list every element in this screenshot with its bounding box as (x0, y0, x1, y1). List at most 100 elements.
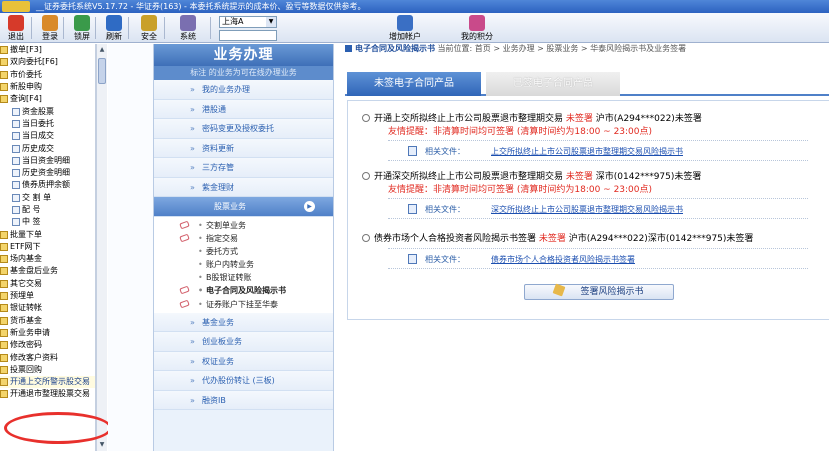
toolbar-button[interactable]: 我的积分 (455, 14, 499, 42)
related-file-label: 相关文件： (425, 255, 465, 264)
business-subitem-label: 指定交易 (206, 233, 238, 243)
tab-signed[interactable]: 已签电子合同产品 (486, 72, 620, 96)
folder-icon (0, 292, 8, 301)
tree-item-label: 双向委托[F6] (10, 57, 58, 67)
tree-item[interactable]: 交 割 单 (0, 192, 95, 204)
sign-risk-button[interactable]: 签署风险揭示书 (524, 283, 674, 300)
tree-item[interactable]: ETF网下 (0, 241, 95, 253)
document-icon (408, 204, 417, 214)
business-subitem[interactable]: • 账户内转业务 (154, 258, 333, 272)
contract-option[interactable]: 开通上交所拟终止上市公司股票退市整理期交易 未签署 沪市(A294***022)… (362, 111, 702, 124)
document-icon (12, 144, 20, 153)
business-menu-item[interactable]: » 密码变更及授权委托 (154, 119, 333, 139)
folder-icon (0, 353, 8, 362)
folder-icon (0, 95, 8, 104)
radio-button[interactable] (362, 172, 370, 180)
scroll-up-icon[interactable]: ▲ (97, 45, 107, 55)
related-file-link[interactable]: 上交所拟终止上市公司股票退市整理期交易风险揭示书 (491, 147, 683, 156)
tree-item[interactable]: 场内基金 (0, 253, 95, 265)
online-tag-icon (179, 299, 190, 308)
tab-unsigned[interactable]: 未签电子合同产品 (347, 72, 481, 96)
toolbar-button[interactable]: 增加帐户 (383, 14, 427, 42)
business-menu-item[interactable]: » 代办股份转让 (三板) (154, 371, 333, 391)
bullet-icon: • (198, 233, 203, 243)
tree-item[interactable]: 开通上交所警示股交易 (0, 376, 95, 389)
add-user-icon (397, 15, 413, 31)
radio-button[interactable] (362, 114, 370, 122)
business-menu-item[interactable]: » 三方存管 (154, 158, 333, 178)
tree-item-label: 中 签 (22, 217, 41, 227)
tree-item[interactable]: 市价委托 (0, 69, 95, 81)
business-menu-item[interactable]: » 资料更新 (154, 138, 333, 158)
tree-item[interactable]: 当日委托 (0, 118, 95, 130)
business-menu-item[interactable]: » 融资IB (154, 390, 333, 411)
toolbar-button[interactable]: 登录 (34, 14, 66, 42)
quote-input[interactable] (219, 30, 277, 41)
related-file-link[interactable]: 债券市场个人合格投资者风险揭示书签署 (491, 255, 635, 264)
business-menu-item[interactable]: » 紫金理财 (154, 177, 333, 197)
tools-icon (180, 15, 196, 31)
tree-item[interactable]: 当日资金明细 (0, 155, 95, 167)
tree-item[interactable]: 预埋单 (0, 290, 95, 302)
tree-item[interactable]: 当日成交 (0, 130, 95, 142)
toolbar-button[interactable]: 锁屏 (66, 14, 98, 42)
tree-scrollbar[interactable]: ▲ ▼ (96, 44, 107, 451)
pen-icon (553, 283, 566, 297)
business-menu-item[interactable]: » 权证业务 (154, 351, 333, 372)
toolbar-button[interactable]: 系统 (172, 14, 204, 42)
contract-option[interactable]: 债券市场个人合格投资者风险揭示书签署 未签署 沪市(A294***022)深市(… (362, 231, 753, 244)
account-status: 沪市(A294***022)未签署 (595, 114, 702, 124)
tree-item[interactable]: 基金盘后业务 (0, 265, 95, 277)
radio-button[interactable] (362, 234, 370, 242)
tree-item[interactable]: 货币基金 (0, 315, 95, 327)
business-menu-item[interactable]: 股票业务 ▶ (154, 197, 333, 217)
tree-item[interactable]: 投票回购 (0, 364, 95, 376)
tree-item[interactable]: 开通退市整理股票交易 (0, 388, 95, 400)
account-status: 沪市(A294***022)深市(0142***975)未签署 (568, 234, 754, 244)
folder-icon (0, 378, 8, 387)
business-subitem[interactable]: • 电子合同及风险揭示书 (154, 284, 333, 298)
market-select[interactable]: 上海A ▼ (219, 16, 277, 28)
chevron-right-icon: » (190, 337, 195, 347)
tree-item[interactable]: 查询[F4] (0, 93, 95, 105)
tree-item[interactable]: 历史成交 (0, 142, 95, 154)
business-subitem[interactable]: • 指定交易 (154, 231, 333, 245)
contract-title: 开通上交所拟终止上市公司股票退市整理期交易 (374, 114, 564, 124)
scroll-thumb[interactable] (98, 58, 106, 84)
tree-item[interactable]: 其它交易 (0, 278, 95, 290)
business-menu-item[interactable]: » 我的业务办理 (154, 80, 333, 100)
folder-icon (0, 316, 8, 325)
toolbar-button[interactable]: 安全 (133, 14, 165, 42)
business-subitem[interactable]: • B股银证转账 (154, 271, 333, 285)
business-subitem[interactable]: • 委托方式 (154, 244, 333, 259)
scroll-down-icon[interactable]: ▼ (97, 440, 107, 450)
business-subitem[interactable]: • 证券账户下挂至华泰 (154, 297, 333, 311)
contract-option[interactable]: 开通深交所拟终止上市公司股票退市整理期交易 未签署 深市(0142***975)… (362, 169, 701, 182)
tree-item[interactable]: 撤单[F3] (0, 44, 95, 56)
tree-item[interactable]: 债券质押余额 (0, 179, 95, 191)
tree-item[interactable]: 双向委托[F6] (0, 56, 95, 68)
tree-item[interactable]: 新业务申请 (0, 327, 95, 339)
tree-item-label: 当日资金明细 (22, 155, 70, 165)
toolbar-button[interactable]: 刷新 (98, 14, 130, 42)
business-menu-item[interactable]: » 港股通 (154, 99, 333, 119)
tree-item[interactable]: 资金股票 (0, 105, 95, 117)
tree-item[interactable]: 批量下单 (0, 228, 95, 240)
tree-item[interactable]: 历史资金明细 (0, 167, 95, 179)
tree-item[interactable]: 新股申购 (0, 81, 95, 93)
tree-item[interactable]: 修改密码 (0, 339, 95, 351)
related-file-link[interactable]: 深交所拟终止上市公司股票退市整理期交易风险揭示书 (491, 205, 683, 214)
tree-item[interactable]: 中 签 (0, 216, 95, 228)
tree-item[interactable]: 修改客户资料 (0, 351, 95, 363)
business-menu-item[interactable]: » 创业板业务 (154, 332, 333, 352)
divider (388, 140, 808, 141)
tree-item[interactable]: 配 号 (0, 204, 95, 216)
tree-item-label: 债券质押余额 (22, 180, 70, 190)
business-subitem[interactable]: • 交割单业务 (154, 218, 333, 232)
tree-item[interactable]: 银证转帐 (0, 302, 95, 314)
toolbar-button[interactable]: 退出 (0, 14, 32, 42)
business-menu-item[interactable]: » 基金业务 (154, 312, 333, 333)
bullet-icon: • (198, 286, 204, 296)
folder-icon (0, 83, 8, 92)
contract-title: 开通深交所拟终止上市公司股票退市整理期交易 (374, 172, 564, 182)
